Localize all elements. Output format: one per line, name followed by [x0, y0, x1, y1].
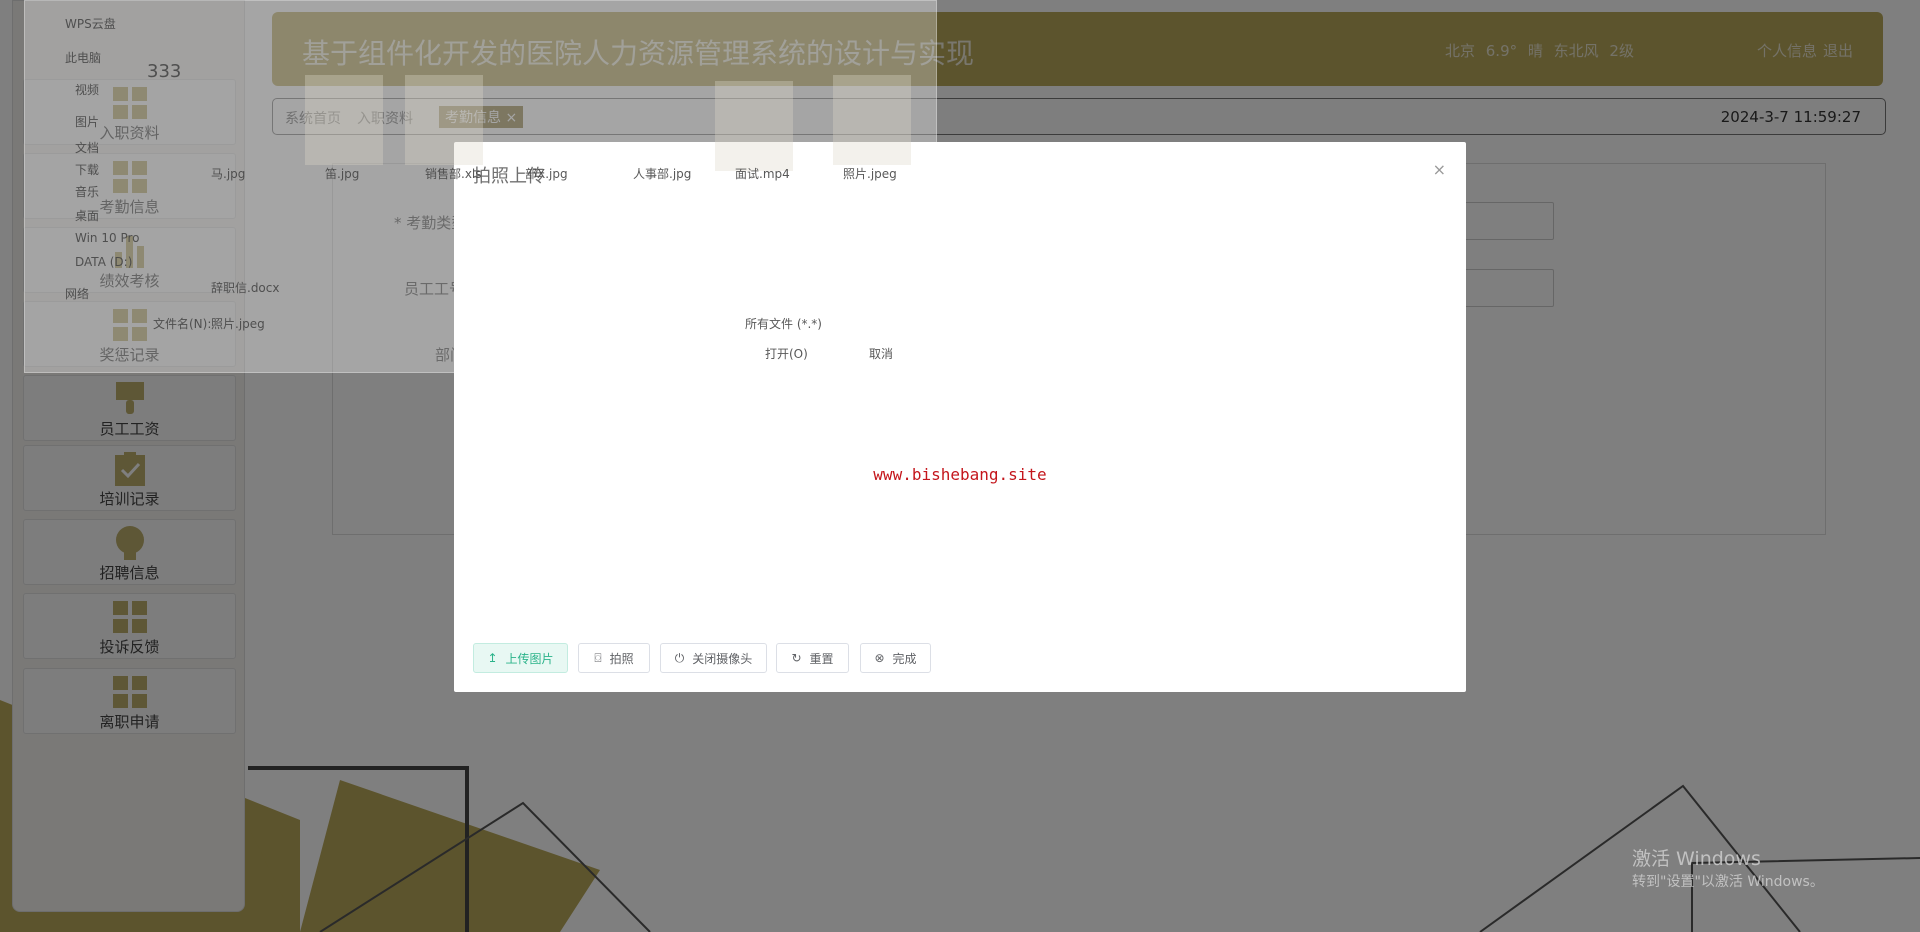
- windows-activation-watermark: 激活 Windows 转到"设置"以激活 Windows。: [1632, 844, 1824, 891]
- button-label: 完成: [892, 651, 917, 666]
- camera-icon: ⌼: [594, 650, 602, 665]
- check-circle-icon: ⊗: [874, 651, 885, 665]
- close-icon[interactable]: ×: [1433, 160, 1446, 179]
- power-icon: ⏻: [674, 650, 685, 665]
- reset-button[interactable]: ↻ 重置: [776, 643, 849, 673]
- upload-image-button[interactable]: ↥ 上传图片: [473, 643, 568, 673]
- activation-subtitle: 转到"设置"以激活 Windows。: [1632, 874, 1824, 890]
- upload-icon: ↥: [487, 651, 498, 665]
- button-label: 关闭摄像头: [692, 651, 753, 666]
- done-button[interactable]: ⊗ 完成: [860, 643, 931, 673]
- button-label: 上传图片: [505, 651, 554, 666]
- button-label: 拍照: [609, 651, 634, 666]
- watermark: www.bishebang.site: [873, 465, 1047, 484]
- refresh-icon: ↻: [791, 651, 802, 665]
- button-label: 重置: [809, 651, 834, 666]
- dialog-title: 拍照上传: [473, 166, 545, 187]
- photo-upload-dialog: 拍照上传 × www.bishebang.site ↥ 上传图片 ⌼ 拍照 ⏻ 关闭摄…: [454, 142, 1466, 692]
- activation-title: 激活 Windows: [1632, 848, 1761, 870]
- close-camera-button[interactable]: ⏻ 关闭摄像头: [660, 643, 767, 673]
- take-photo-button[interactable]: ⌼ 拍照: [578, 643, 650, 673]
